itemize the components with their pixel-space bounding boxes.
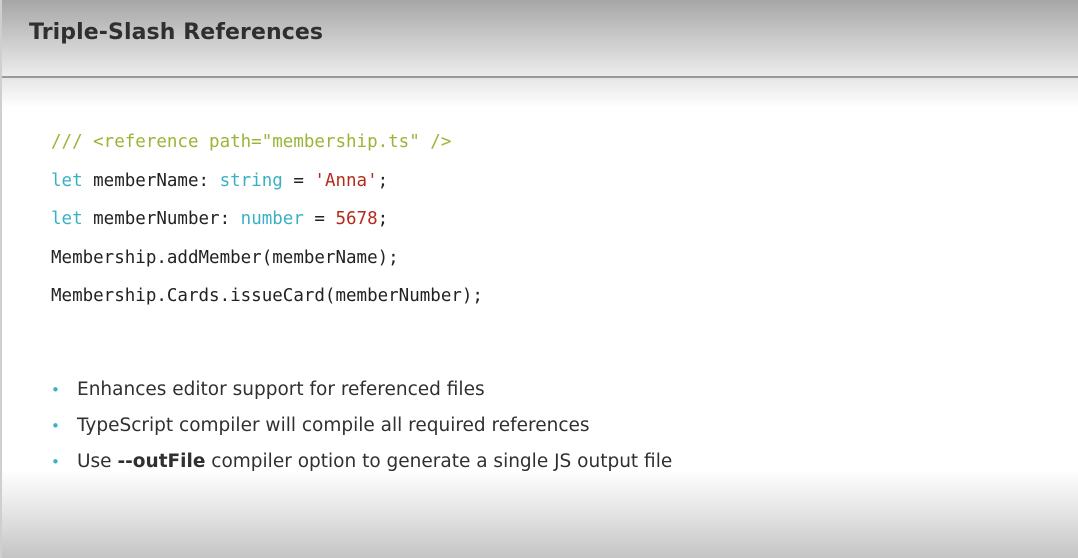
code-number: 5678: [335, 209, 378, 229]
code-line-member-number: let memberNumber: number = 5678;: [51, 205, 483, 244]
code-semicolon: ;: [377, 209, 389, 229]
bullet-item-outfile-option: • Use --outFile compiler option to genera…: [51, 448, 672, 484]
code-semicolon: ;: [377, 170, 389, 191]
bullet-text: Enhances editor support for referenced f…: [77, 379, 485, 400]
code-type: number: [240, 209, 304, 229]
code-type: string: [219, 170, 283, 191]
code-operator: =: [303, 209, 336, 229]
bullet-item-compile-references: • TypeScript compiler will compile all re…: [51, 412, 672, 448]
bullet-list: • Enhances editor support for referenced …: [51, 376, 672, 484]
code-statement: Membership.Cards.issueCard(memberNumber)…: [51, 286, 483, 306]
code-identifier: memberName:: [82, 170, 220, 191]
bullet-text: TypeScript compiler will compile all req…: [77, 415, 590, 436]
bullet-text-prefix: Use: [77, 451, 118, 472]
code-line-issue-card: Membership.Cards.issueCard(memberNumber)…: [51, 282, 483, 321]
code-operator: =: [282, 170, 315, 191]
bullet-marker-icon: •: [51, 417, 60, 435]
header-shadow: [2, 78, 1078, 108]
code-line-member-name: let memberName: string = 'Anna';: [51, 167, 483, 206]
bullet-text-suffix: compiler option to generate a single JS …: [205, 451, 673, 472]
code-line-reference: /// <reference path="membership.ts" />: [51, 128, 483, 167]
code-comment: /// <reference path="membership.ts" />: [51, 132, 452, 152]
code-block: /// <reference path="membership.ts" /> l…: [51, 128, 483, 321]
code-line-add-member: Membership.addMember(memberName);: [51, 244, 483, 283]
slide-header: Triple-Slash References: [2, 0, 1078, 78]
code-keyword: let: [51, 209, 83, 229]
slide-title: Triple-Slash References: [29, 20, 324, 45]
bullet-marker-icon: •: [51, 453, 60, 471]
bullet-text-option: --outFile: [117, 451, 206, 472]
code-identifier: memberNumber:: [82, 209, 241, 229]
code-string: 'Anna': [314, 170, 378, 191]
code-statement: Membership.addMember(memberName);: [51, 247, 399, 268]
code-keyword: let: [51, 170, 83, 191]
slide: Triple-Slash References /// <reference p…: [0, 0, 1078, 558]
bullet-item-editor-support: • Enhances editor support for referenced …: [51, 376, 672, 412]
bullet-marker-icon: •: [51, 381, 60, 399]
